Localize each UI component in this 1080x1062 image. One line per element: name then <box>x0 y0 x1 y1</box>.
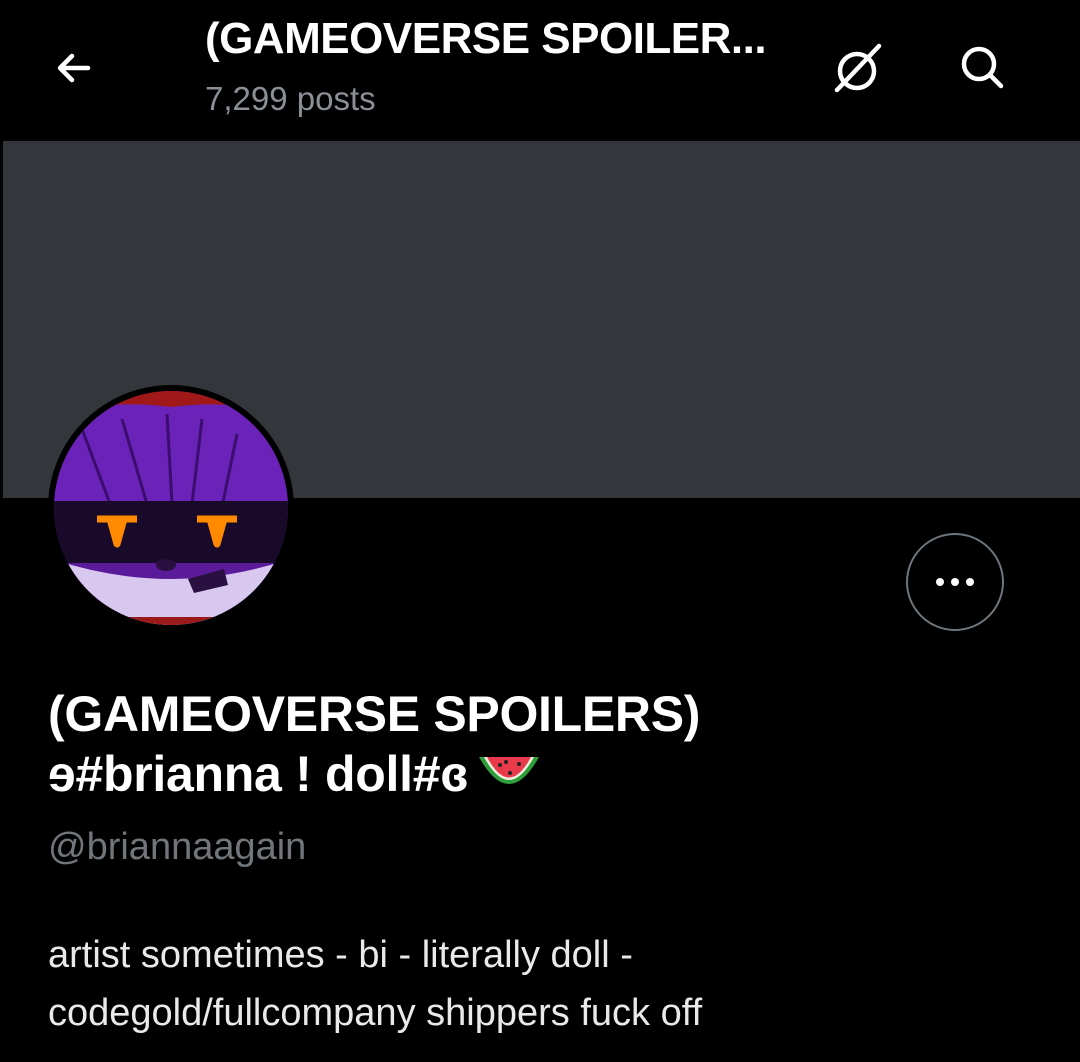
profile-bio: artist sometimes - bi - literally doll -… <box>48 926 1038 1042</box>
display-name: (GAMEOVERSE SPOILERS) ɘ#brianna ! doll#ɞ <box>48 684 1028 804</box>
avatar[interactable] <box>48 385 294 631</box>
search-icon <box>961 46 1004 89</box>
avatar-image <box>54 391 288 625</box>
watermelon-icon <box>479 757 540 784</box>
bio-line1: artist sometimes - bi - literally doll - <box>48 934 633 976</box>
bio-line2: codegold/fullcompany shippers fuck off <box>48 992 703 1034</box>
profile-header-bar: (GAMEOVERSE SPOILER... 7,299 posts <box>0 0 1080 140</box>
user-handle: @briannaagain <box>48 826 307 868</box>
more-dots-icon <box>936 578 974 586</box>
more-options-button[interactable] <box>906 533 1004 631</box>
grok-icon <box>834 43 882 93</box>
back-button[interactable] <box>46 40 102 96</box>
display-name-line2: ɘ#brianna ! doll#ɞ <box>48 746 469 802</box>
post-count: 7,299 posts <box>205 80 376 117</box>
header-title: (GAMEOVERSE SPOILER... <box>205 14 767 63</box>
arrow-left-icon <box>57 53 91 83</box>
display-name-line2-wrap: ɘ#brianna ! doll#ɞ <box>48 744 1028 804</box>
display-name-line1: (GAMEOVERSE SPOILERS) <box>48 686 701 742</box>
grok-button[interactable] <box>826 38 892 98</box>
search-button[interactable] <box>950 38 1016 98</box>
